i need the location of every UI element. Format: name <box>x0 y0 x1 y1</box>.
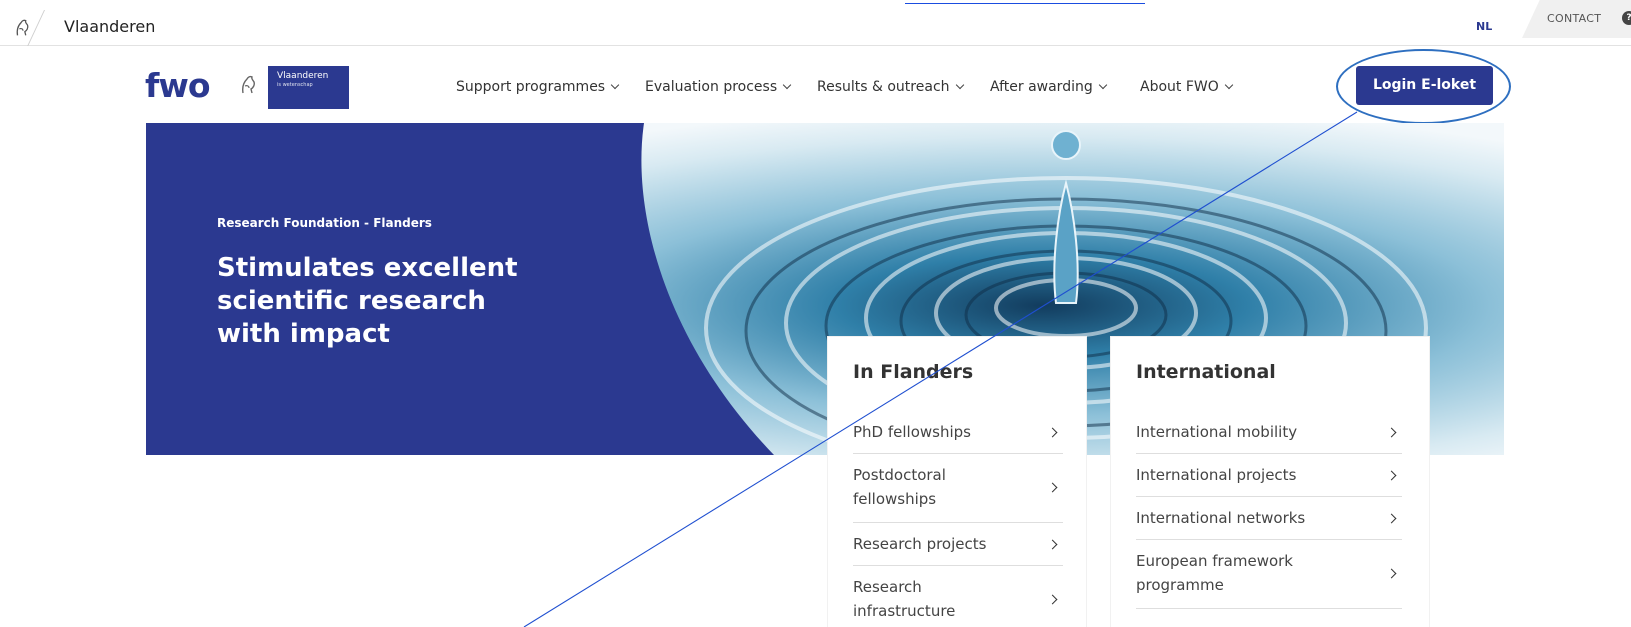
chevron-right-icon <box>1386 513 1397 524</box>
chevron-down-icon <box>1098 80 1107 90</box>
help-circle-icon[interactable]: ? <box>1622 11 1631 25</box>
link-phd-fellowships[interactable]: PhD fellowships <box>853 411 1063 454</box>
chevron-right-icon <box>1047 482 1058 493</box>
nav-results-outreach[interactable]: Results & outreach <box>817 79 964 95</box>
link-european-framework-programme[interactable]: European framework programme <box>1136 540 1402 609</box>
nav-evaluation-process[interactable]: Evaluation process <box>645 79 792 95</box>
link-label: Postdoctoral fellowships <box>853 466 946 508</box>
link-label: International mobility <box>1136 423 1298 441</box>
link-international-projects[interactable]: International projects <box>1136 454 1402 497</box>
nav-about-fwo[interactable]: About FWO <box>1140 79 1234 95</box>
card-title: International <box>1136 361 1276 383</box>
fwo-logo[interactable]: fwo <box>145 66 211 105</box>
chevron-right-icon <box>1386 427 1397 438</box>
document-text-strip <box>0 0 1631 6</box>
nav-label: Support programmes <box>456 79 606 95</box>
vlaanderen-label[interactable]: Vlaanderen <box>64 17 155 36</box>
card-in-flanders: In Flanders PhD fellowships Postdoctoral… <box>828 337 1086 627</box>
link-label: International projects <box>1136 466 1297 484</box>
hero-kicker: Research Foundation - Flanders <box>217 216 432 230</box>
vlaanderen-header: Vlaanderen NL <box>0 8 1631 46</box>
nav-label: Evaluation process <box>645 79 778 95</box>
chevron-down-icon <box>1224 80 1234 90</box>
link-label: European framework programme <box>1136 552 1293 594</box>
vlaanderen-wetenschap-badge[interactable]: Vlaanderen is wetenschap <box>268 66 349 109</box>
badge-subtitle: is wetenschap <box>277 82 313 88</box>
flemish-lion-icon <box>242 75 255 94</box>
chevron-right-icon <box>1386 568 1397 579</box>
card-international: International International mobility Int… <box>1111 337 1429 627</box>
link-label: Research infrastructure <box>853 578 956 620</box>
document-link-underline <box>905 0 1145 4</box>
nav-label: After awarding <box>990 79 1093 95</box>
chevron-right-icon <box>1047 539 1058 550</box>
chevron-down-icon <box>610 80 620 90</box>
contact-link[interactable]: CONTACT <box>1547 12 1601 25</box>
link-research-projects[interactable]: Research projects <box>853 523 1063 566</box>
link-international-networks[interactable]: International networks <box>1136 497 1402 540</box>
link-research-infrastructure[interactable]: Research infrastructure <box>853 566 1063 627</box>
chevron-right-icon <box>1047 427 1058 438</box>
badge-title: Vlaanderen <box>277 71 329 81</box>
link-label: Research projects <box>853 535 987 553</box>
chevron-down-icon <box>782 80 792 90</box>
link-label: PhD fellowships <box>853 423 971 441</box>
annotation-circle <box>1336 49 1511 124</box>
card-title: In Flanders <box>853 361 974 383</box>
nav-support-programmes[interactable]: Support programmes <box>456 79 620 95</box>
link-international-mobility[interactable]: International mobility <box>1136 411 1402 454</box>
chevron-down-icon <box>955 80 964 90</box>
link-label: International networks <box>1136 509 1306 527</box>
nav-after-awarding[interactable]: After awarding <box>990 79 1107 95</box>
link-postdoctoral-fellowships[interactable]: Postdoctoral fellowships <box>853 454 1063 523</box>
chevron-right-icon <box>1047 594 1058 605</box>
language-switch-nl[interactable]: NL <box>1476 20 1492 33</box>
nav-label: Results & outreach <box>817 79 950 95</box>
chevron-right-icon <box>1386 470 1397 481</box>
hero-title: Stimulates excellent scientific research… <box>217 253 518 349</box>
nav-label: About FWO <box>1140 79 1219 95</box>
